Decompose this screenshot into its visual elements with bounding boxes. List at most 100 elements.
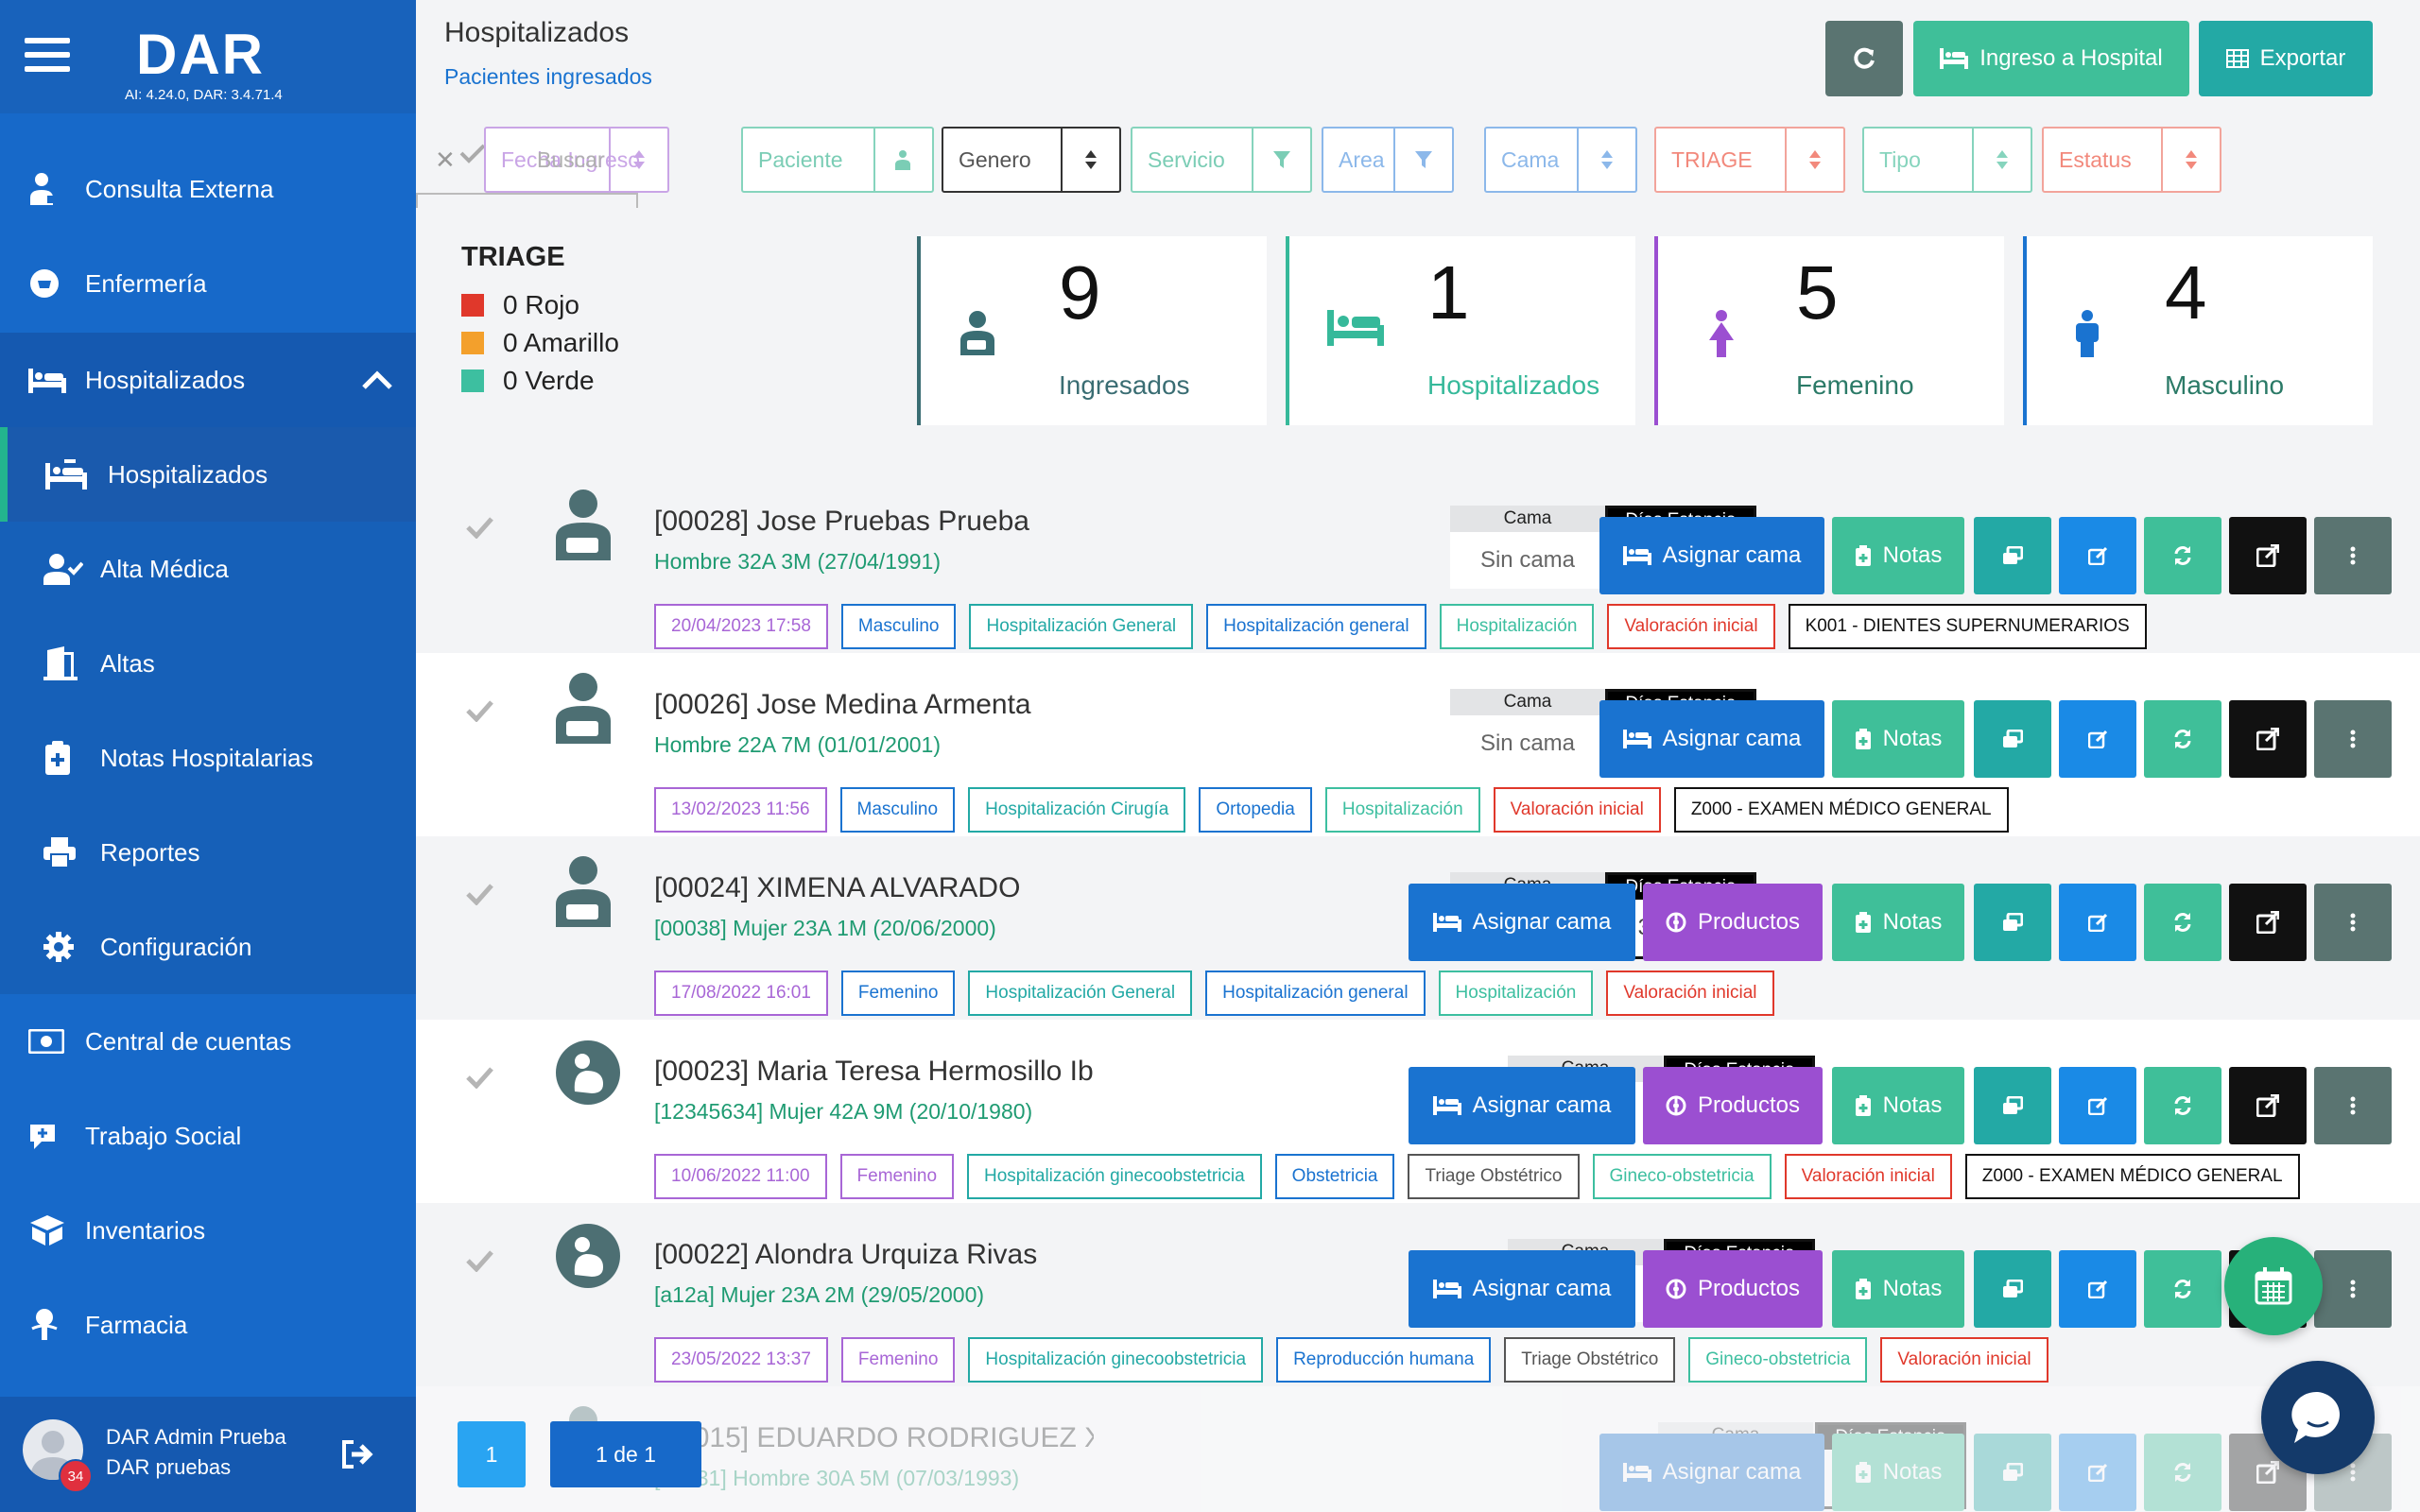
patient-name[interactable]: [00028] Jose Pruebas Prueba bbox=[654, 506, 1070, 538]
notas-button[interactable]: Notas bbox=[1832, 884, 1964, 961]
estatus-filter[interactable]: Estatus bbox=[2042, 127, 2221, 193]
cama-filter[interactable]: Cama bbox=[1484, 127, 1637, 193]
edit-button[interactable] bbox=[2059, 517, 2136, 594]
more-button[interactable] bbox=[2314, 1250, 2392, 1328]
menu-icon[interactable] bbox=[25, 36, 70, 74]
page-1-button[interactable]: 1 bbox=[458, 1421, 526, 1487]
refresh-button[interactable] bbox=[1825, 21, 1903, 96]
sidebar-item-configuracion[interactable]: Configuración bbox=[0, 900, 416, 994]
notas-button[interactable]: Notas bbox=[1832, 1434, 1964, 1511]
asignar-cama-button[interactable]: Asignar cama bbox=[1599, 700, 1824, 778]
exchange-button[interactable] bbox=[2144, 1250, 2221, 1328]
productos-button[interactable]: Productos bbox=[1643, 884, 1823, 961]
more-button[interactable] bbox=[2314, 517, 2392, 594]
chevron-up-icon[interactable] bbox=[361, 369, 393, 390]
productos-button[interactable]: Productos bbox=[1643, 1250, 1823, 1328]
sidebar-item-altas[interactable]: Altas bbox=[0, 616, 416, 711]
productos-button[interactable]: Productos bbox=[1643, 1067, 1823, 1144]
triage-filter[interactable]: TRIAGE bbox=[1654, 127, 1845, 193]
notas-button[interactable]: Notas bbox=[1832, 1250, 1964, 1328]
patient-icon bbox=[554, 672, 613, 744]
brand-logo[interactable]: DAR bbox=[136, 26, 265, 83]
more-button[interactable] bbox=[2314, 884, 2392, 961]
date-range-dropdown[interactable] bbox=[416, 193, 638, 208]
select-checkbox[interactable] bbox=[442, 674, 516, 747]
copy-button[interactable] bbox=[1974, 1434, 2051, 1511]
servicio-filter[interactable]: Servicio bbox=[1131, 127, 1312, 193]
sidebar-item-hospitalizados[interactable]: Hospitalizados bbox=[0, 333, 416, 427]
external-link-button[interactable] bbox=[2229, 700, 2307, 778]
calendar-fab-button[interactable] bbox=[2224, 1237, 2323, 1335]
stat-femenino-label: Femenino bbox=[1796, 370, 1914, 400]
notas-button[interactable]: Notas bbox=[1832, 700, 1964, 778]
paciente-filter[interactable]: Paciente bbox=[741, 127, 934, 193]
notification-badge[interactable]: 34 bbox=[59, 1459, 93, 1493]
patient-name[interactable]: [00026] Jose Medina Armenta bbox=[654, 689, 1070, 721]
edit-button[interactable] bbox=[2059, 1067, 2136, 1144]
chat-fab-button[interactable] bbox=[2261, 1361, 2375, 1474]
copy-button[interactable] bbox=[1974, 1067, 2051, 1144]
edit-button[interactable] bbox=[2059, 884, 2136, 961]
sidebar-item-enfermeria[interactable]: Enfermería bbox=[0, 236, 416, 331]
tag-list: 23/05/2022 13:37 Femenino Hospitalización … bbox=[654, 1337, 2048, 1383]
sidebar-item-consulta-externa[interactable]: Consulta Externa bbox=[0, 142, 416, 236]
select-checkbox[interactable] bbox=[442, 1224, 516, 1297]
external-link-button[interactable] bbox=[2229, 517, 2307, 594]
page-count[interactable]: 1 de 1 bbox=[550, 1421, 701, 1487]
select-checkbox[interactable] bbox=[442, 490, 516, 564]
pregnancy-icon bbox=[554, 1039, 622, 1107]
copy-icon bbox=[2002, 1096, 2023, 1115]
refresh-icon bbox=[1852, 46, 1876, 71]
asignar-cama-button[interactable]: Asignar cama bbox=[1409, 1250, 1635, 1328]
sidebar-item-inventarios[interactable]: Inventarios bbox=[0, 1183, 416, 1278]
notas-button[interactable]: Notas bbox=[1832, 1067, 1964, 1144]
sidebar-item-central-de-cuentas[interactable]: Central de cuentas bbox=[0, 994, 416, 1089]
edit-icon bbox=[2088, 1463, 2107, 1482]
asignar-cama-button[interactable]: Asignar cama bbox=[1409, 884, 1635, 961]
exchange-button[interactable] bbox=[2144, 1067, 2221, 1144]
edit-button[interactable] bbox=[2059, 1250, 2136, 1328]
clear-filter-icon[interactable]: ✕ bbox=[435, 146, 456, 175]
patient-name[interactable]: [00022] Alondra Urquiza Rivas bbox=[654, 1239, 1094, 1271]
copy-button[interactable] bbox=[1974, 517, 2051, 594]
ingreso-hospital-button[interactable]: Ingreso a Hospital bbox=[1913, 21, 2189, 96]
exchange-button[interactable] bbox=[2144, 517, 2221, 594]
sidebar-item-trabajo-social[interactable]: Trabajo Social bbox=[0, 1089, 416, 1183]
asignar-cama-button[interactable]: Asignar cama bbox=[1409, 1067, 1635, 1144]
patient-name[interactable]: [00015] EDUARDO RODRIGUEZ XX bbox=[654, 1422, 1094, 1454]
edit-button[interactable] bbox=[2059, 1434, 2136, 1511]
patient-row: [00024] XIMENA ALVARADO [00038] Mujer 23… bbox=[416, 836, 2420, 1020]
sidebar-item-reportes[interactable]: Reportes bbox=[0, 805, 416, 900]
logout-icon[interactable] bbox=[340, 1440, 374, 1469]
more-button[interactable] bbox=[2314, 1067, 2392, 1144]
exchange-button[interactable] bbox=[2144, 1434, 2221, 1511]
exchange-button[interactable] bbox=[2144, 700, 2221, 778]
copy-button[interactable] bbox=[1974, 1250, 2051, 1328]
select-checkbox[interactable] bbox=[442, 857, 516, 931]
patient-name[interactable]: [00024] XIMENA ALVARADO bbox=[654, 872, 1051, 904]
select-checkbox[interactable] bbox=[442, 1040, 516, 1114]
exchange-button[interactable] bbox=[2144, 884, 2221, 961]
asignar-cama-button[interactable]: Asignar cama bbox=[1599, 1434, 1824, 1511]
patient-name[interactable]: [00023] Maria Teresa Hermosillo Ib bbox=[654, 1056, 1094, 1088]
exportar-button[interactable]: Exportar bbox=[2199, 21, 2373, 96]
copy-button[interactable] bbox=[1974, 700, 2051, 778]
tag-list: 10/06/2022 11:00 Femenino Hospitalización … bbox=[654, 1154, 2300, 1199]
sidebar-item-farmacia[interactable]: Farmacia bbox=[0, 1278, 416, 1372]
sidebar-item-alta-medica[interactable]: Alta Médica bbox=[0, 522, 416, 616]
sidebar-item-hospitalizados-sub[interactable]: Hospitalizados bbox=[0, 427, 416, 522]
sidebar-item-notas-hospitalarias[interactable]: Notas Hospitalarias bbox=[0, 711, 416, 805]
check-filter-icon[interactable] bbox=[459, 142, 486, 164]
fecha-ingreso-filter[interactable]: Fecha Ingreso Buscar bbox=[484, 127, 669, 193]
external-link-button[interactable] bbox=[2229, 1067, 2307, 1144]
area-filter[interactable]: Area bbox=[1322, 127, 1454, 193]
tipo-filter[interactable]: Tipo bbox=[1862, 127, 2032, 193]
page-subtitle[interactable]: Pacientes ingresados bbox=[444, 64, 652, 90]
notas-button[interactable]: Notas bbox=[1832, 517, 1964, 594]
edit-button[interactable] bbox=[2059, 700, 2136, 778]
external-link-button[interactable] bbox=[2229, 884, 2307, 961]
asignar-cama-button[interactable]: Asignar cama bbox=[1599, 517, 1824, 594]
genero-filter[interactable]: Genero bbox=[942, 127, 1121, 193]
more-button[interactable] bbox=[2314, 700, 2392, 778]
copy-button[interactable] bbox=[1974, 884, 2051, 961]
